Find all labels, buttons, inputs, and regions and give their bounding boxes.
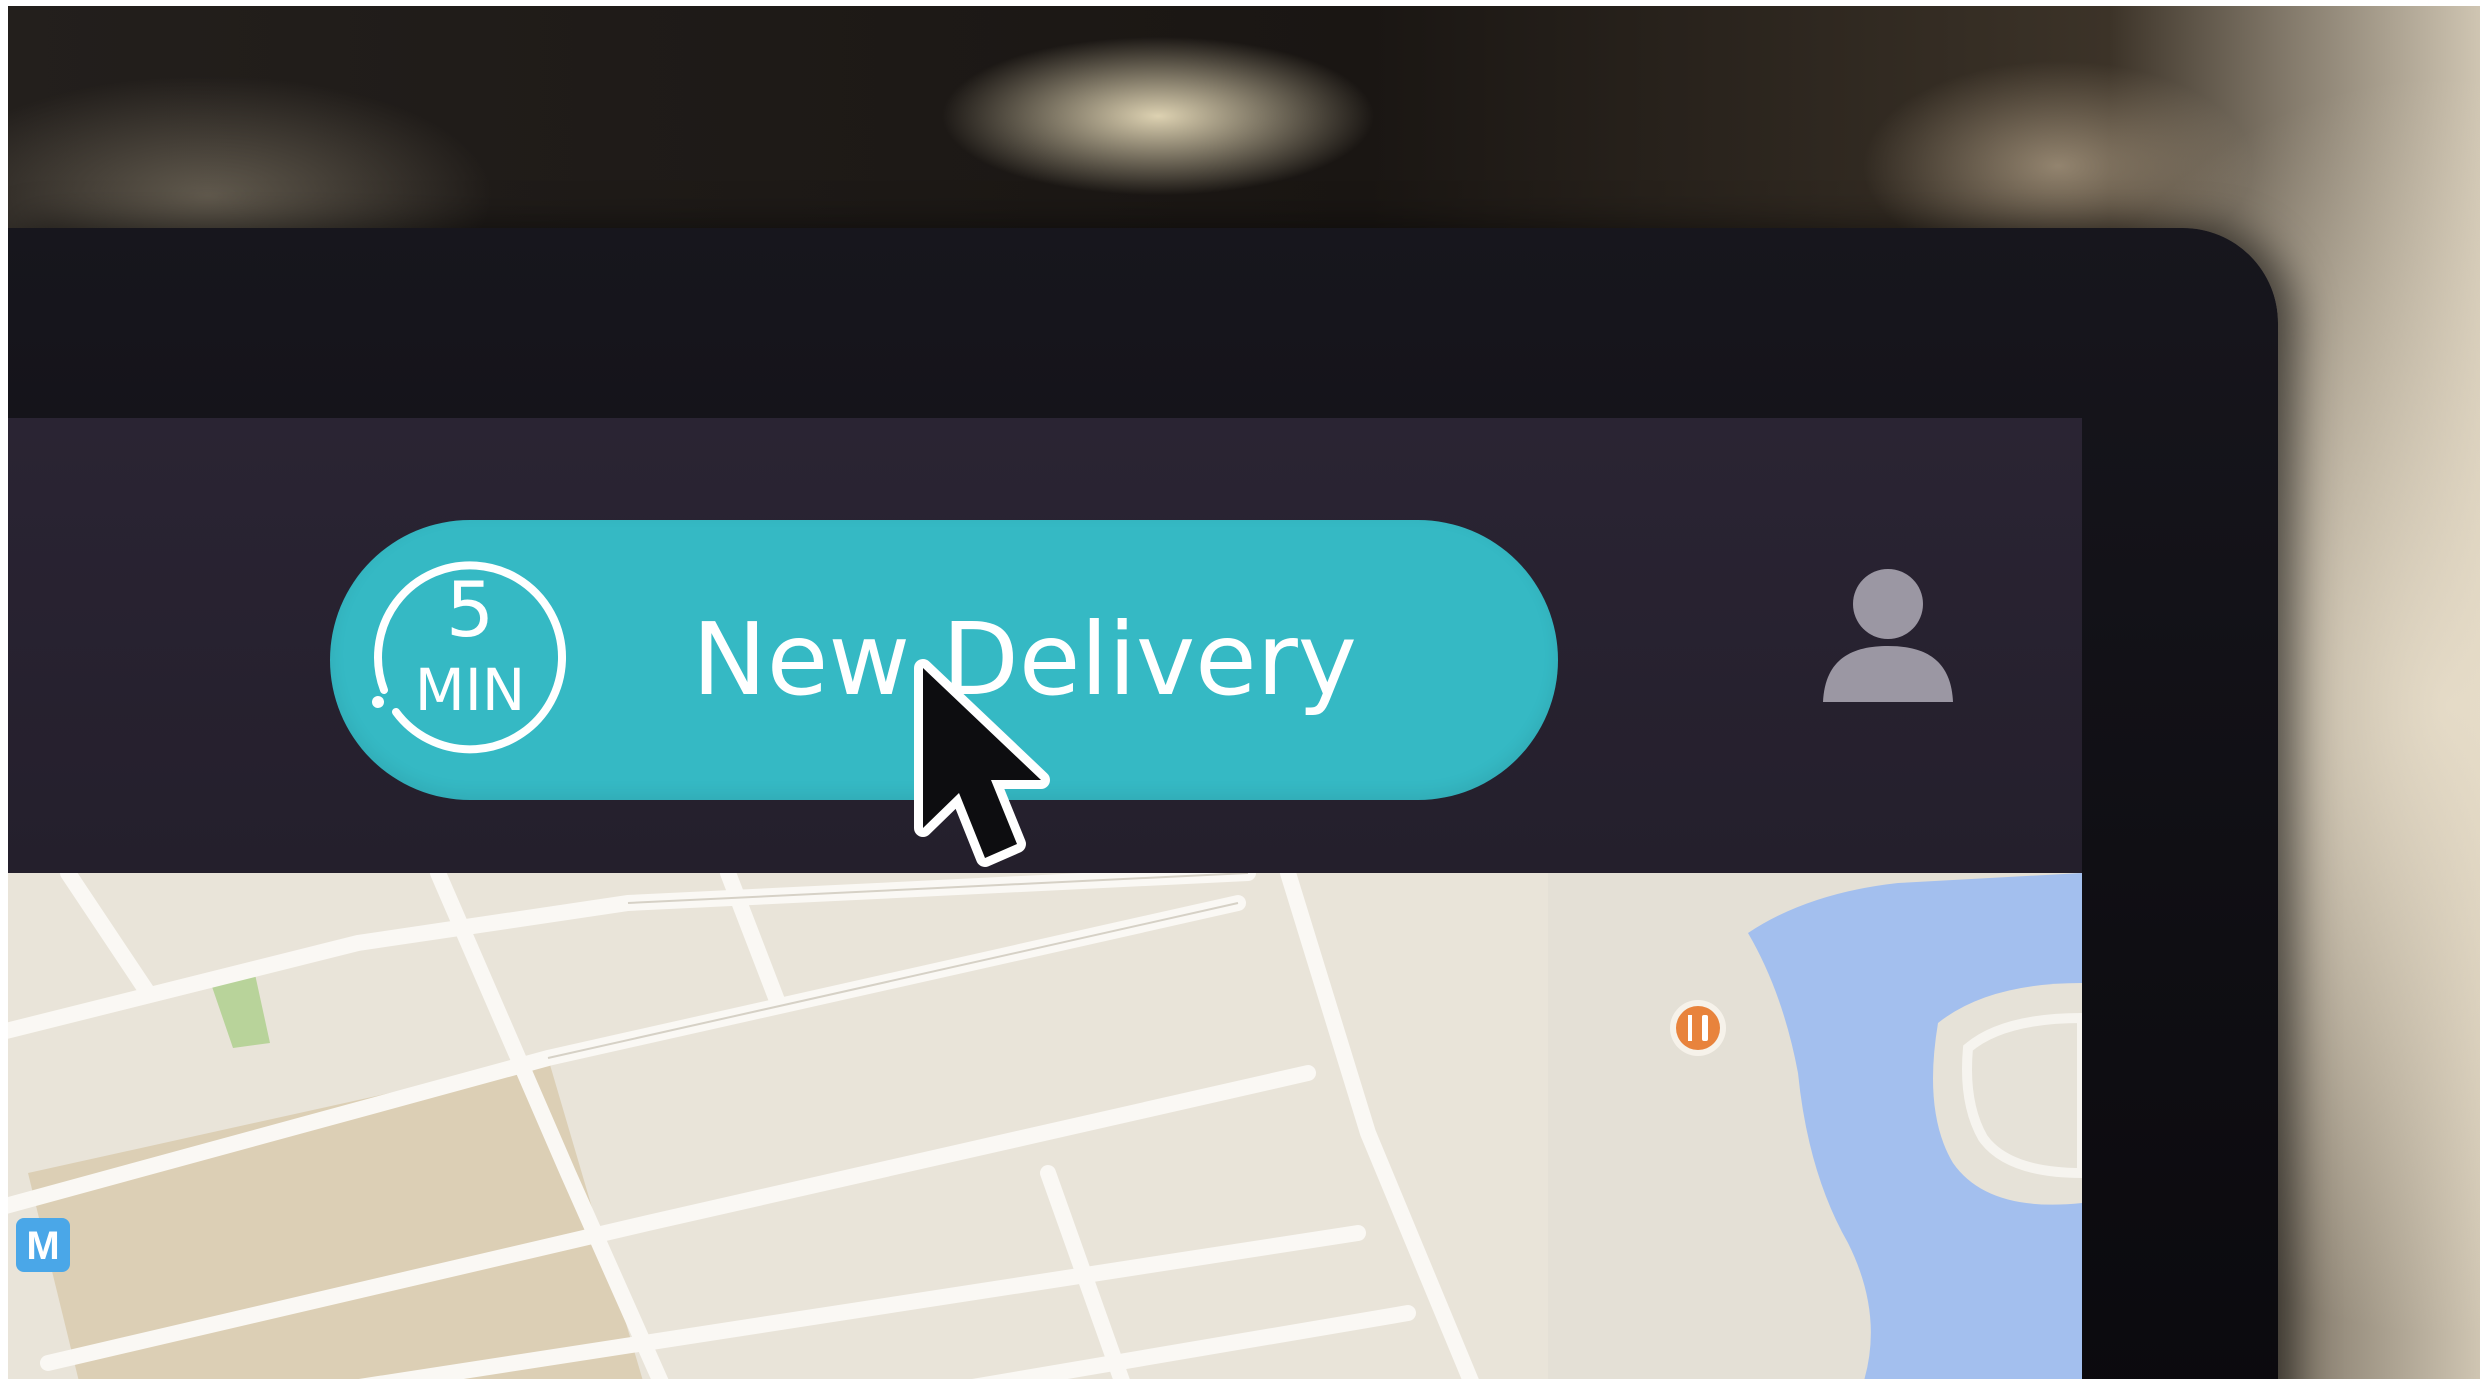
- mouse-pointer-icon: [913, 658, 1063, 878]
- app-screen: 5 MIN New Delivery M: [8, 418, 2082, 1379]
- street-map: M: [8, 873, 2082, 1379]
- delivery-map[interactable]: M: [8, 873, 2082, 1379]
- restaurant-icon[interactable]: [1670, 1000, 1726, 1056]
- delivery-timer: 5 MIN: [350, 540, 590, 780]
- transit-badge-label: M: [26, 1224, 59, 1268]
- transit-station-icon[interactable]: M: [16, 1218, 70, 1272]
- photo-scene: 5 MIN New Delivery M: [8, 6, 2480, 1379]
- user-profile-icon[interactable]: [1813, 566, 1963, 706]
- timer-unit: MIN: [414, 656, 526, 724]
- timer-value: 5: [445, 565, 495, 654]
